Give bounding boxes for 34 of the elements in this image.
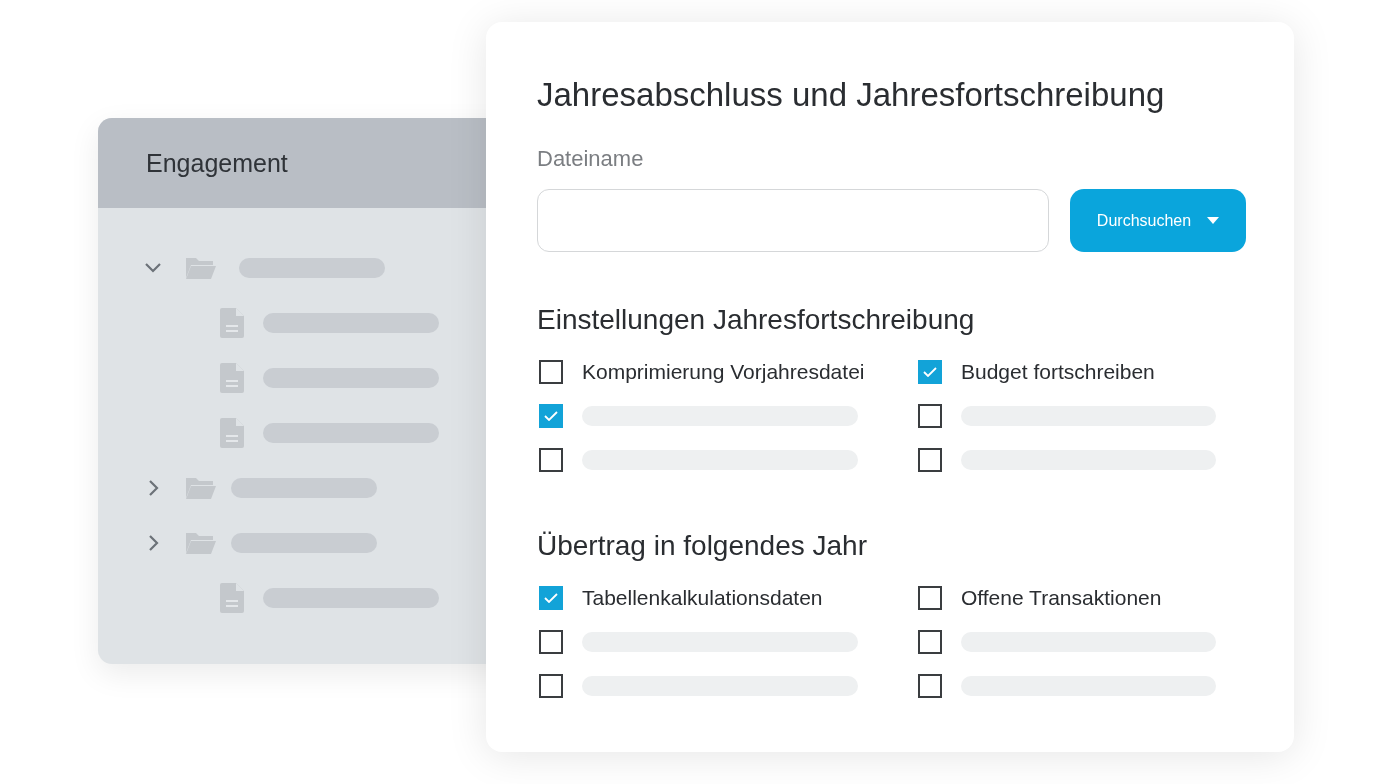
checkbox[interactable] xyxy=(539,404,563,428)
checkbox[interactable] xyxy=(918,404,942,428)
checkbox[interactable] xyxy=(539,360,563,384)
checkbox[interactable] xyxy=(539,674,563,698)
checkbox[interactable] xyxy=(539,630,563,654)
checkbox[interactable] xyxy=(918,674,942,698)
option-label: Tabellenkalkulationsdaten xyxy=(582,586,823,610)
dialog-title: Jahresabschluss und Jahresfortschreibung xyxy=(537,76,1166,114)
panel-title: Engagement xyxy=(146,148,288,178)
document-icon xyxy=(220,362,244,393)
document-icon xyxy=(220,417,244,448)
browse-button[interactable]: Durchsuchen xyxy=(1070,189,1246,252)
checkbox[interactable] xyxy=(539,448,563,472)
field-label: Dateiname xyxy=(537,146,645,172)
folder-icon xyxy=(185,530,217,555)
option-label: Komprimierung Vorjahresdatei xyxy=(582,360,865,384)
folder-icon xyxy=(185,255,217,280)
checkmark-icon xyxy=(923,367,937,377)
section-heading: Einstellungen Jahresfortschreibung xyxy=(537,304,976,336)
filename-field[interactable] xyxy=(537,189,1049,252)
checkmark-icon xyxy=(544,593,558,603)
checkbox[interactable] xyxy=(539,586,563,610)
document-icon xyxy=(220,582,244,613)
checkbox[interactable] xyxy=(918,360,942,384)
checkbox[interactable] xyxy=(918,630,942,654)
option-label: Budget fortschreiben xyxy=(961,360,1155,384)
checkbox[interactable] xyxy=(918,448,942,472)
option-label: Offene Transaktionen xyxy=(961,586,1162,610)
document-icon xyxy=(220,307,244,338)
caret-icon xyxy=(1207,217,1220,224)
checkmark-icon xyxy=(544,411,558,421)
checkbox[interactable] xyxy=(918,586,942,610)
folder-icon xyxy=(185,475,217,500)
section-heading: Übertrag in folgendes Jahr xyxy=(537,530,868,562)
